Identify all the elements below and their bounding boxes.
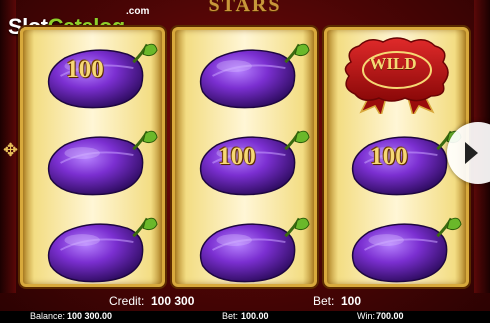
plum-icon [199, 216, 311, 284]
reel-2: 100 [172, 27, 317, 287]
reel-3-symbol-3 [327, 204, 466, 289]
reel-2-symbol-2: 100 [175, 117, 314, 202]
win-label: Win: [357, 311, 375, 321]
status-bar: Balance: 100 300.00 Bet: 100.00 Win: 700… [0, 311, 490, 323]
reel-1: 100 [20, 27, 165, 287]
status-bet-value: 100.00 [241, 311, 269, 321]
win-value: 700.00 [376, 311, 404, 321]
balance-label: Balance: [30, 311, 66, 321]
symbol-value: 100 [218, 143, 256, 170]
symbol-value: 100 [66, 56, 104, 83]
wild-label: WILD [369, 54, 417, 73]
game-stage: ✥ STARS .com SlotCatalog 100 100 [0, 0, 490, 323]
fleur-ornament-icon: ✥ [3, 140, 19, 160]
plum-icon [351, 216, 463, 284]
reel-2-symbol-1 [175, 30, 314, 115]
reel-3-symbol-1: WILD [327, 30, 466, 115]
game-title: STARS [208, 0, 282, 16]
plum-icon [199, 42, 311, 110]
status-bet-label: Bet: [222, 311, 239, 321]
bet-label: Bet: [313, 294, 335, 308]
reel-1-symbol-1: 100 [23, 30, 162, 115]
symbol-value: 100 [370, 143, 408, 170]
plum-icon [47, 129, 159, 197]
left-frame: ✥ [0, 0, 19, 293]
reel-2-symbol-3 [175, 204, 314, 289]
reel-1-symbol-2 [23, 117, 162, 202]
chevron-right-icon [465, 142, 478, 164]
credit-bet-bar: Credit: 100 300 Bet: 100 [0, 294, 490, 310]
logo-com-text: .com [126, 6, 150, 17]
credit-label: Credit: [109, 294, 145, 308]
plum-icon [47, 216, 159, 284]
bet-value: 100 [341, 294, 362, 308]
balance-value: 100 300.00 [67, 311, 113, 321]
credit-value: 100 300 [151, 294, 195, 308]
reel-1-symbol-3 [23, 204, 162, 289]
reel-3-symbol-2: 100 [327, 117, 466, 202]
